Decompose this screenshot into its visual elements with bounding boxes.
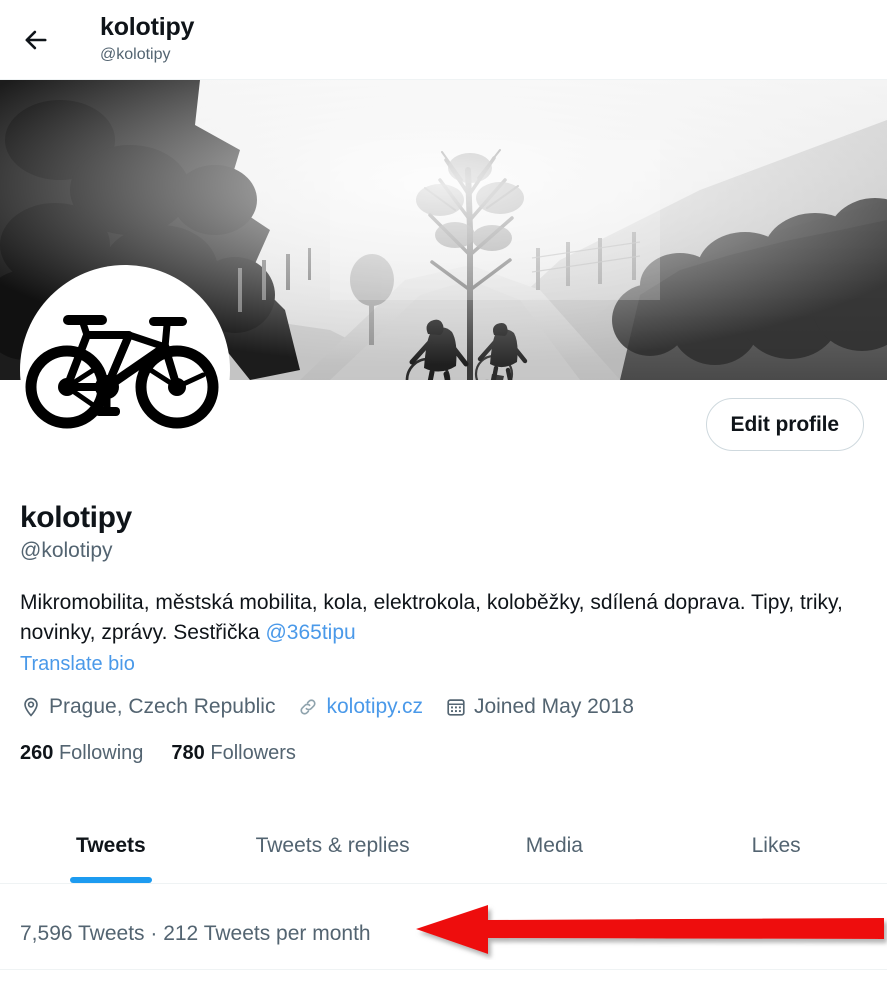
- tab-tweets-and-replies-label: Tweets & replies: [255, 834, 410, 857]
- profile-joined: Joined May 2018: [445, 694, 634, 720]
- profile-tabs: Tweets Tweets & replies Media Likes: [0, 818, 887, 884]
- edit-profile-button[interactable]: Edit profile: [705, 398, 864, 451]
- tab-media[interactable]: Media: [444, 818, 666, 883]
- tab-tweets-and-replies[interactable]: Tweets & replies: [222, 818, 444, 883]
- profile-handle: @kolotipy: [20, 539, 113, 562]
- header-titles: kolotipy @kolotipy: [100, 12, 194, 66]
- following-stat[interactable]: 260 Following: [20, 740, 143, 766]
- profile-meta-row: Prague, Czech Republic kolotipy.cz Joine…: [20, 694, 870, 720]
- followers-count: 780: [171, 742, 205, 764]
- tab-tweets[interactable]: Tweets: [0, 818, 222, 883]
- page-header: kolotipy @kolotipy: [0, 0, 887, 80]
- following-count: 260: [20, 742, 54, 764]
- followers-stat[interactable]: 780 Followers: [171, 740, 296, 766]
- link-chain-icon: [297, 696, 319, 718]
- profile-website[interactable]: kolotipy.cz: [297, 694, 423, 720]
- tab-likes[interactable]: Likes: [665, 818, 887, 883]
- profile-joined-text: Joined May 2018: [473, 695, 634, 718]
- tab-tweets-label: Tweets: [76, 834, 146, 857]
- bio-text: Mikromobilita, městská mobilita, kola, e…: [20, 591, 843, 644]
- back-button[interactable]: [16, 20, 56, 60]
- profile-location: Prague, Czech Republic: [20, 694, 275, 720]
- tweet-stats-text: 7,596 Tweets · 212 Tweets per month: [20, 922, 371, 945]
- tab-media-label: Media: [525, 834, 583, 857]
- header-handle: @kolotipy: [100, 46, 171, 63]
- profile-stats-row: 260 Following 780 Followers: [20, 740, 870, 766]
- tab-likes-label: Likes: [751, 834, 801, 857]
- profile-location-text: Prague, Czech Republic: [49, 695, 276, 718]
- avatar[interactable]: [20, 265, 230, 475]
- profile-display-name: kolotipy: [20, 501, 132, 534]
- tab-active-underline: [69, 877, 152, 883]
- following-label: Following: [58, 742, 144, 764]
- twitter-profile-page: kolotipy @kolotipy Edit profile kolotipy…: [0, 0, 887, 982]
- followers-label: Followers: [210, 742, 296, 764]
- profile-website-link[interactable]: kolotipy.cz: [326, 694, 422, 720]
- bottom-divider: [0, 969, 887, 970]
- bicycle-icon: [25, 315, 219, 429]
- header-display-name: kolotipy: [100, 13, 195, 41]
- bio-mention-link[interactable]: @365tipu: [265, 621, 355, 644]
- profile-details: kolotipy @kolotipy Mikromobilita, městsk…: [20, 500, 870, 766]
- profile-bio: Mikromobilita, městská mobilita, kola, e…: [20, 588, 868, 648]
- translate-bio-link[interactable]: Translate bio: [20, 650, 135, 678]
- arrow-left-icon: [25, 30, 47, 50]
- location-pin-icon: [20, 696, 42, 718]
- calendar-icon: [445, 696, 467, 718]
- red-arrow-annotation: [416, 905, 884, 954]
